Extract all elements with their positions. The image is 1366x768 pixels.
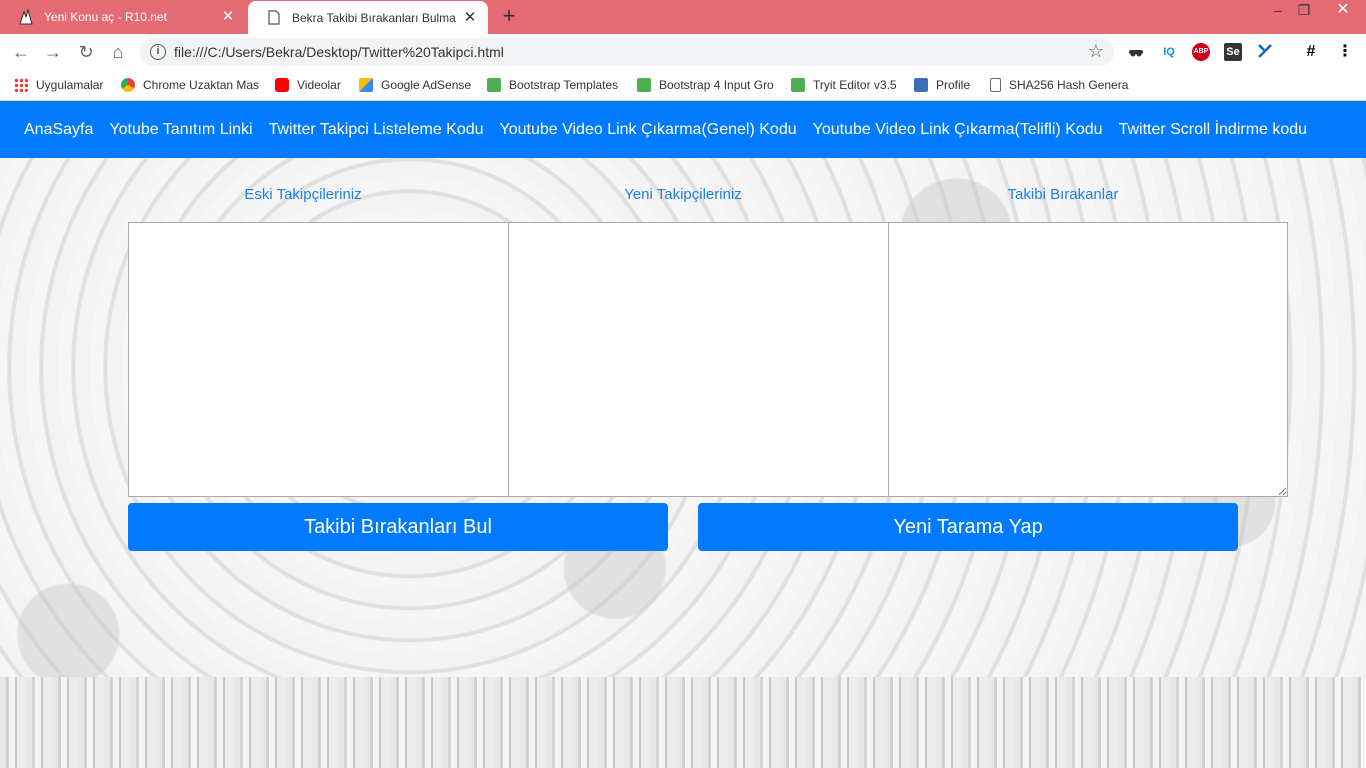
- close-window-icon[interactable]: ✕: [1320, 0, 1366, 22]
- reload-icon[interactable]: ↻: [75, 41, 97, 63]
- abp-icon[interactable]: ABP: [1192, 43, 1210, 61]
- nav-link-twitter-takipci[interactable]: Twitter Takipci Listeleme Kodu: [261, 121, 492, 139]
- back-arrow-icon[interactable]: ←: [10, 41, 32, 63]
- tab-title: Bekra Takibi Bırakanları Bulma: [292, 10, 456, 25]
- new-followers-textarea[interactable]: [509, 222, 889, 497]
- address-bar[interactable]: i file:///C:/Users/Bekra/Desktop/Twitter…: [140, 38, 1114, 66]
- page-icon: [266, 10, 282, 26]
- bookmark-star-icon[interactable]: ☆: [1088, 41, 1104, 62]
- unfollowers-textarea[interactable]: [889, 222, 1288, 497]
- bookmark-tryit[interactable]: Tryit Editor v3.5: [791, 76, 901, 94]
- tab-bekra[interactable]: Bekra Takibi Bırakanları Bulma ✕: [248, 1, 488, 34]
- info-icon[interactable]: i: [150, 44, 166, 60]
- tab-title: Yeni Konu aç - R10.net: [44, 10, 167, 24]
- adsense-icon: [359, 78, 373, 92]
- restore-icon[interactable]: ❐: [1292, 0, 1316, 22]
- profile-icon: [914, 78, 928, 92]
- url-text[interactable]: file:///C:/Users/Bekra/Desktop/Twitter%2…: [174, 44, 504, 60]
- page-icon: [990, 78, 1001, 92]
- nav-link-youtube-tanitim[interactable]: Yotube Tanıtım Linki: [101, 121, 260, 139]
- minimize-icon[interactable]: ‒: [1266, 0, 1290, 22]
- bookmark-sha256[interactable]: SHA256 Hash Genera: [990, 76, 1130, 94]
- nav-link-youtube-telifli[interactable]: Youtube Video Link Çıkarma(Telifli) Kodu: [805, 121, 1111, 139]
- unfollowers-label: Takibi Bırakanlar: [1007, 186, 1119, 203]
- hash-icon[interactable]: #: [1302, 43, 1320, 61]
- find-unfollowers-button[interactable]: Takibi Bırakanları Bul: [128, 503, 668, 551]
- background-stripes: [0, 677, 1366, 768]
- page-content: AnaSayfa Yotube Tanıtım Linki Twitter Ta…: [0, 101, 1366, 768]
- bookmarks-bar: Uygulamalar Chrome Uzaktan Mas Videolar …: [0, 70, 1366, 101]
- incognito-icon[interactable]: [1127, 43, 1145, 61]
- apps-grid-icon: [14, 78, 28, 92]
- w3-icon: [637, 78, 651, 92]
- menu-dots-icon[interactable]: ⋮: [1336, 43, 1354, 61]
- w3-icon: [487, 78, 501, 92]
- new-followers-label: Yeni Takipçileriniz: [624, 186, 742, 203]
- nav-link-twitter-scroll[interactable]: Twitter Scroll İndirme kodu: [1111, 121, 1316, 139]
- xpath-icon[interactable]: [1256, 43, 1274, 61]
- youtube-icon: [275, 78, 289, 92]
- r10-favicon-icon: [18, 9, 34, 25]
- forward-arrow-icon[interactable]: →: [42, 41, 64, 63]
- old-followers-textarea[interactable]: [128, 222, 509, 497]
- bookmark-apps[interactable]: Uygulamalar: [14, 76, 110, 94]
- tab-r10[interactable]: Yeni Konu aç - R10.net ✕: [0, 0, 246, 34]
- w3-icon: [791, 78, 805, 92]
- selenium-icon[interactable]: Se: [1224, 43, 1242, 61]
- iq-icon[interactable]: IQ: [1160, 43, 1178, 61]
- bookmark-bootstrap-templates[interactable]: Bootstrap Templates: [487, 76, 623, 94]
- new-tab-button[interactable]: +: [498, 5, 520, 27]
- bookmark-adsense[interactable]: Google AdSense: [359, 76, 475, 94]
- close-tab-icon[interactable]: ✕: [462, 9, 478, 26]
- browser-toolbar: ← → ↻ ⌂ i file:///C:/Users/Bekra/Desktop…: [0, 34, 1366, 70]
- bookmark-videolar[interactable]: Videolar: [275, 76, 347, 94]
- chrome-remote-icon: [121, 78, 135, 92]
- bookmark-bootstrap-input[interactable]: Bootstrap 4 Input Gro: [637, 76, 775, 94]
- bookmark-chrome-remote[interactable]: Chrome Uzaktan Mas: [121, 76, 259, 94]
- nav-link-anasayfa[interactable]: AnaSayfa: [16, 121, 101, 139]
- new-scan-button[interactable]: Yeni Tarama Yap: [698, 503, 1238, 551]
- top-navbar: AnaSayfa Yotube Tanıtım Linki Twitter Ta…: [0, 101, 1366, 158]
- textarea-group: [128, 222, 1288, 497]
- close-tab-icon[interactable]: ✕: [220, 9, 236, 25]
- tab-strip: Yeni Konu aç - R10.net ✕ Bekra Takibi Bı…: [0, 0, 1366, 34]
- bookmark-profile[interactable]: Profile: [914, 76, 976, 94]
- old-followers-label: Eski Takipçileriniz: [244, 186, 362, 203]
- nav-link-youtube-genel[interactable]: Youtube Video Link Çıkarma(Genel) Kodu: [492, 121, 805, 139]
- home-icon[interactable]: ⌂: [107, 41, 129, 63]
